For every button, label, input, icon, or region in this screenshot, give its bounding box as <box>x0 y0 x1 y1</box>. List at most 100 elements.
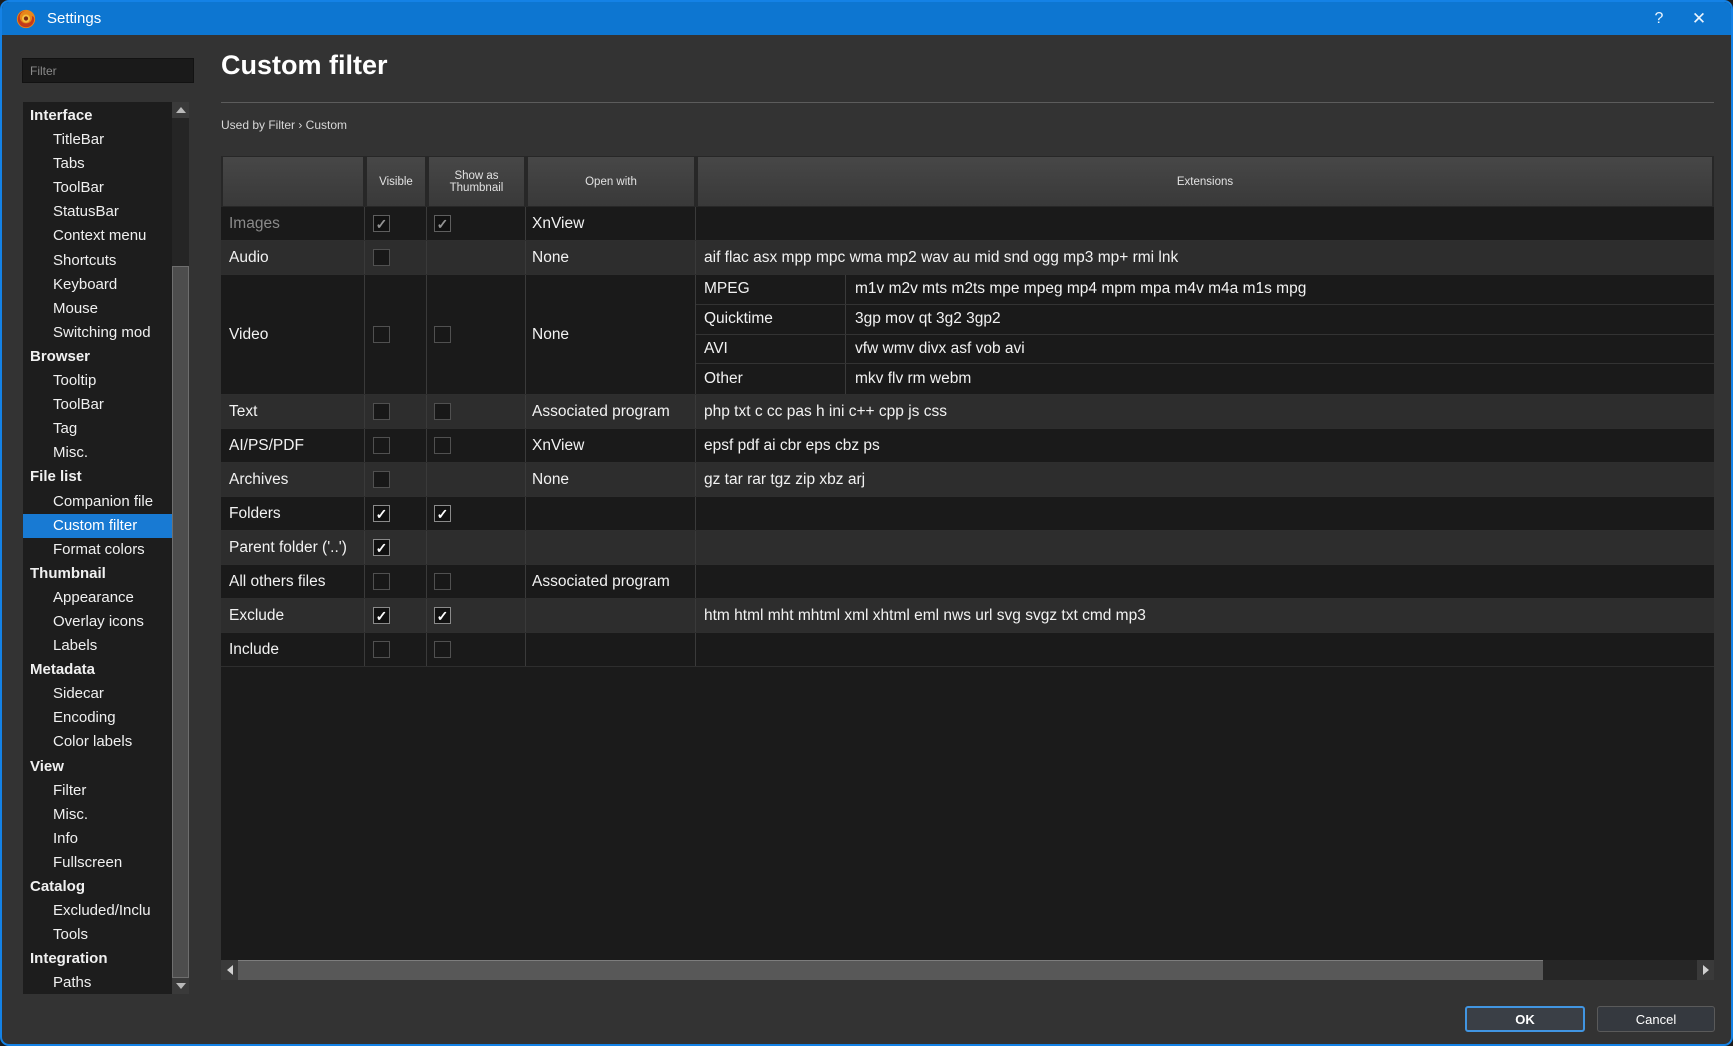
format-extensions[interactable]: mkv flv rm webm <box>846 364 1714 394</box>
open-with-value[interactable] <box>526 531 696 564</box>
visible-checkbox-parent-folder[interactable]: ✓ <box>373 539 390 556</box>
open-with-value[interactable]: Associated program <box>526 395 696 428</box>
tree-item-color-labels[interactable]: Color labels <box>23 730 172 754</box>
extensions-value[interactable] <box>696 531 1714 564</box>
thumbnail-checkbox-ai-ps-pdf[interactable] <box>434 437 451 454</box>
visible-checkbox-text[interactable] <box>373 403 390 420</box>
open-with-value[interactable]: Associated program <box>526 565 696 598</box>
tree-item-appearance[interactable]: Appearance <box>23 586 172 610</box>
extensions-value[interactable]: htm html mht mhtml xml xhtml eml nws url… <box>696 599 1714 632</box>
scroll-right-button[interactable] <box>1697 960 1714 980</box>
tree-group-interface[interactable]: Interface <box>23 104 172 128</box>
tree-item-misc[interactable]: Misc. <box>23 441 172 465</box>
video-format-row-other[interactable]: Other mkv flv rm webm <box>696 364 1714 394</box>
tree-item-toolbar[interactable]: ToolBar <box>23 176 172 200</box>
extensions-value[interactable]: MPEG m1v m2v mts m2ts mpe mpeg mp4 mpm mp… <box>696 275 1714 394</box>
tree-scrollbar-track[interactable] <box>172 118 189 266</box>
close-button[interactable]: ✕ <box>1679 9 1719 29</box>
extensions-value[interactable] <box>696 207 1714 240</box>
table-row-parent-folder[interactable]: Parent folder ('..') ✓ <box>221 531 1714 565</box>
table-row-text[interactable]: Text Associated program php txt c cc pas h… <box>221 395 1714 429</box>
tree-item-labels[interactable]: Labels <box>23 634 172 658</box>
column-header-show-as-thumbnail[interactable]: Show as Thumbnail <box>429 157 524 206</box>
visible-checkbox-folders[interactable]: ✓ <box>373 505 390 522</box>
visible-checkbox-images[interactable]: ✓ <box>373 215 390 232</box>
tree-item-info[interactable]: Info <box>23 827 172 851</box>
extensions-value[interactable]: aif flac asx mpp mpc wma mp2 wav au mid … <box>696 241 1714 274</box>
extensions-value[interactable] <box>696 497 1714 530</box>
tree-item-context-menu[interactable]: Context menu <box>23 224 172 248</box>
open-with-value[interactable]: XnView <box>526 429 696 462</box>
tree-scrollbar[interactable] <box>172 102 189 994</box>
extensions-value[interactable]: epsf pdf ai cbr eps cbz ps <box>696 429 1714 462</box>
table-row-ai-ps-pdf[interactable]: AI/PS/PDF XnView epsf pdf ai cbr eps cbz p… <box>221 429 1714 463</box>
tree-group-integration[interactable]: Integration <box>23 947 172 971</box>
thumbnail-checkbox-folders[interactable]: ✓ <box>434 505 451 522</box>
visible-checkbox-include[interactable] <box>373 641 390 658</box>
column-header-extensions[interactable]: Extensions <box>698 157 1712 206</box>
open-with-value[interactable] <box>526 599 696 632</box>
help-button[interactable]: ? <box>1639 10 1679 28</box>
column-header-open-with[interactable]: Open with <box>528 157 694 206</box>
tree-group-thumbnail[interactable]: Thumbnail <box>23 562 172 586</box>
tree-item-overlay-icons[interactable]: Overlay icons <box>23 610 172 634</box>
tree-item-tabs[interactable]: Tabs <box>23 152 172 176</box>
thumbnail-checkbox-exclude[interactable]: ✓ <box>434 607 451 624</box>
video-format-row-mpeg[interactable]: MPEG m1v m2v mts m2ts mpe mpeg mp4 mpm mp… <box>696 275 1714 305</box>
tree-item-format-colors[interactable]: Format colors <box>23 538 172 562</box>
visible-checkbox-all-others-files[interactable] <box>373 573 390 590</box>
tree-item-fullscreen[interactable]: Fullscreen <box>23 851 172 875</box>
scroll-up-button[interactable] <box>172 102 189 118</box>
visible-checkbox-archives[interactable] <box>373 471 390 488</box>
tree-group-browser[interactable]: Browser <box>23 345 172 369</box>
video-format-row-avi[interactable]: AVI vfw wmv divx asf vob avi <box>696 334 1714 365</box>
tree-item-statusbar[interactable]: StatusBar <box>23 200 172 224</box>
extensions-value[interactable] <box>696 633 1714 666</box>
tree-item-tools[interactable]: Tools <box>23 923 172 947</box>
extensions-value[interactable]: php txt c cc pas h ini c++ cpp js css <box>696 395 1714 428</box>
sidebar-filter-input[interactable] <box>22 58 194 83</box>
cancel-button[interactable]: Cancel <box>1597 1006 1715 1032</box>
h-scrollbar-track[interactable] <box>1543 960 1697 980</box>
table-row-include[interactable]: Include <box>221 633 1714 667</box>
extensions-value[interactable]: gz tar rar tgz zip xbz arj <box>696 463 1714 496</box>
table-row-archives[interactable]: Archives None gz tar rar tgz zip xbz arj <box>221 463 1714 497</box>
tree-item-filter[interactable]: Filter <box>23 779 172 803</box>
open-with-value[interactable]: None <box>526 463 696 496</box>
table-row-exclude[interactable]: Exclude ✓ ✓ htm html mht mhtml xml xhtml em… <box>221 599 1714 633</box>
open-with-value[interactable]: XnView <box>526 207 696 240</box>
h-scrollbar-thumb[interactable] <box>238 960 1543 980</box>
format-extensions[interactable]: 3gp mov qt 3g2 3gp2 <box>846 305 1714 334</box>
table-row-folders[interactable]: Folders ✓ ✓ <box>221 497 1714 531</box>
visible-checkbox-audio[interactable] <box>373 249 390 266</box>
open-with-value[interactable] <box>526 497 696 530</box>
tree-item-keyboard[interactable]: Keyboard <box>23 273 172 297</box>
tree-item-custom-filter[interactable]: Custom filter <box>23 513 172 538</box>
column-header-category[interactable] <box>223 157 363 206</box>
open-with-value[interactable]: None <box>526 241 696 274</box>
titlebar[interactable]: Settings ? ✕ <box>2 2 1731 35</box>
thumbnail-checkbox-images[interactable]: ✓ <box>434 215 451 232</box>
tree-item-titlebar[interactable]: TitleBar <box>23 128 172 152</box>
video-format-row-quicktime[interactable]: Quicktime 3gp mov qt 3g2 3gp2 <box>696 304 1714 335</box>
thumbnail-checkbox-all-others-files[interactable] <box>434 573 451 590</box>
tree-item-misc[interactable]: Misc. <box>23 803 172 827</box>
ok-button[interactable]: OK <box>1465 1006 1585 1032</box>
tree-scrollbar-thumb[interactable] <box>172 266 189 978</box>
visible-checkbox-video[interactable] <box>373 326 390 343</box>
format-extensions[interactable]: m1v m2v mts m2ts mpe mpeg mp4 mpm mpa m4… <box>846 275 1714 304</box>
table-row-images[interactable]: Images ✓ ✓ XnView <box>221 207 1714 241</box>
table-row-video[interactable]: Video None MPEG m1v m2v mts m2ts mpe mpeg m… <box>221 275 1714 395</box>
open-with-value[interactable] <box>526 633 696 666</box>
thumbnail-checkbox-text[interactable] <box>434 403 451 420</box>
visible-checkbox-exclude[interactable]: ✓ <box>373 607 390 624</box>
tree-item-paths[interactable]: Paths <box>23 971 172 994</box>
tree-item-switching-mod[interactable]: Switching mod <box>23 321 172 345</box>
tree-item-excluded-inclu[interactable]: Excluded/Inclu <box>23 899 172 923</box>
format-extensions[interactable]: vfw wmv divx asf vob avi <box>846 335 1714 364</box>
thumbnail-checkbox-include[interactable] <box>434 641 451 658</box>
visible-checkbox-ai-ps-pdf[interactable] <box>373 437 390 454</box>
tree-item-companion-file[interactable]: Companion file <box>23 490 172 514</box>
table-row-all-others-files[interactable]: All others files Associated program <box>221 565 1714 599</box>
scroll-down-button[interactable] <box>172 978 189 994</box>
